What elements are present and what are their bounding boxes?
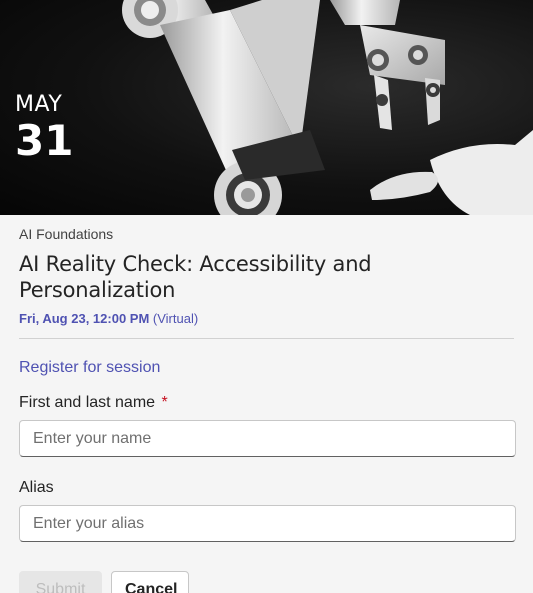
robot-arm-illustration — [122, 0, 533, 215]
event-hero-banner: MAY 31 — [0, 0, 533, 215]
registration-form: Register for session First and last name… — [19, 357, 516, 593]
alias-input[interactable] — [19, 505, 516, 542]
required-indicator: * — [161, 394, 168, 411]
alias-field-label: Alias — [19, 479, 54, 496]
submit-button[interactable]: Submit — [19, 571, 102, 593]
section-divider — [19, 338, 514, 339]
event-registration-card: MAY 31 AI Foundations AI Reality Check: … — [0, 0, 533, 593]
event-date-month: MAY — [15, 92, 63, 117]
event-location: (Virtual) — [152, 311, 199, 326]
register-heading: Register for session — [19, 359, 161, 376]
form-actions: Submit Cancel — [19, 571, 514, 593]
name-input[interactable] — [19, 420, 516, 457]
event-datetime: Fri, Aug 23, 12:00 PM (Virtual) — [19, 310, 514, 328]
event-series-name: AI Foundations — [19, 226, 114, 242]
event-details: AI Foundations AI Reality Check: Accessi… — [0, 225, 533, 593]
name-field-label: First and last name * — [19, 392, 514, 414]
event-time: Fri, Aug 23, 12:00 PM — [19, 311, 150, 326]
event-date-badge: MAY 31 — [15, 92, 73, 164]
name-label-text: First and last name — [19, 394, 156, 411]
event-title: AI Reality Check: Accessibility and Pers… — [19, 252, 372, 302]
event-date-day: 31 — [15, 116, 74, 165]
cancel-button[interactable]: Cancel — [111, 571, 189, 593]
